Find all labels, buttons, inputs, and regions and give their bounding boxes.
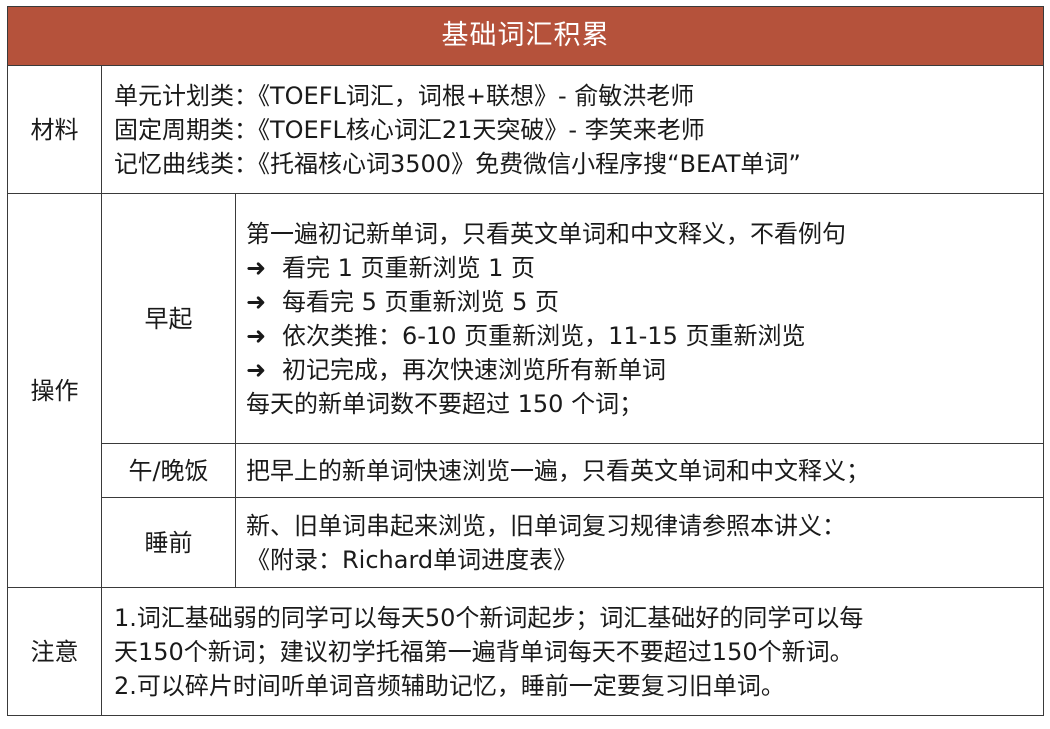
material-line-memory-curve: 记忆曲线类：《托福核心词3500》免费微信小程序搜“BEAT单词” xyxy=(114,149,801,178)
vocabulary-table: 基础词汇积累 材料 单元计划类：《TOEFL词汇，词根+联想》- 俞敏洪老师 固… xyxy=(6,6,1045,716)
material-line-fixed-period: 固定周期类：《TOEFL核心词汇21天突破》- 李笑来老师 xyxy=(114,115,705,144)
morning-content: 第一遍初记新单词，只看英文单词和中文释义，不看例句 ➜ 看完 1 页重新浏览 1 … xyxy=(234,193,1045,444)
morning-label: 早起 xyxy=(101,193,236,444)
materials-content: 单元计划类：《TOEFL词汇，词根+联想》- 俞敏洪老师 固定周期类：《TOEF… xyxy=(100,65,1045,194)
materials-row: 材料 单元计划类：《TOEFL词汇，词根+联想》- 俞敏洪老师 固定周期类：《T… xyxy=(7,65,1045,194)
bedtime-row: 睡前 新、旧单词串起来浏览，旧单词复习规律请参照本讲义： 《附录：Richard… xyxy=(8,497,1045,588)
materials-label: 材料 xyxy=(7,65,102,194)
morning-step: ➜ 看完 1 页重新浏览 1 页 xyxy=(246,251,1033,285)
lunch-content: 把早上的新单词快速浏览一遍，只看英文单词和中文释义； xyxy=(234,443,1045,498)
morning-step: ➜ 依次类推：6-10 页重新浏览，11-15 页重新浏览 xyxy=(246,319,1033,353)
morning-limit: 每天的新单词数不要超过 150 个词； xyxy=(246,389,644,418)
vocabulary-table-container: 基础词汇积累 材料 单元计划类：《TOEFL词汇，词根+联想》- 俞敏洪老师 固… xyxy=(6,6,1045,716)
bedtime-label: 睡前 xyxy=(101,497,236,588)
lunch-text: 把早上的新单词快速浏览一遍，只看英文单词和中文释义； xyxy=(246,456,870,485)
table-title: 基础词汇积累 xyxy=(6,6,1045,66)
morning-step-text: 看完 1 页重新浏览 1 页 xyxy=(282,253,536,282)
note-line: 2.可以碎片时间听单词音频辅助记忆，睡前一定要复习旧单词。 xyxy=(114,671,785,700)
morning-intro: 第一遍初记新单词，只看英文单词和中文释义，不看例句 xyxy=(246,219,846,248)
lunch-label: 午/晚饭 xyxy=(101,443,236,498)
arrow-right-icon: ➜ xyxy=(246,287,267,316)
material-line-unit-plan: 单元计划类：《TOEFL词汇，词根+联想》- 俞敏洪老师 xyxy=(114,81,695,110)
morning-step-text: 初记完成，再次快速浏览所有新单词 xyxy=(282,355,666,384)
note-line: 天150个新词；建议初学托福第一遍背单词每天不要超过150个新词。 xyxy=(114,637,854,666)
arrow-right-icon: ➜ xyxy=(246,355,267,384)
notes-content: 1.词汇基础弱的同学可以每天50个新词起步；词汇基础好的同学可以每 天150个新… xyxy=(100,587,1045,716)
arrow-right-icon: ➜ xyxy=(246,321,267,350)
notes-label: 注意 xyxy=(7,587,102,716)
bedtime-content: 新、旧单词串起来浏览，旧单词复习规律请参照本讲义： 《附录：Richard单词进… xyxy=(234,497,1045,588)
morning-row: 操作 早起 第一遍初记新单词，只看英文单词和中文释义，不看例句 ➜ 看完 1 页重… xyxy=(7,193,1045,588)
bedtime-line: 新、旧单词串起来浏览，旧单词复习规律请参照本讲义： xyxy=(246,511,846,540)
note-line: 1.词汇基础弱的同学可以每天50个新词起步；词汇基础好的同学可以每 xyxy=(114,603,864,632)
morning-step-text: 依次类推：6-10 页重新浏览，11-15 页重新浏览 xyxy=(282,321,806,350)
morning-step-text: 每看完 5 页重新浏览 5 页 xyxy=(282,287,560,316)
arrow-right-icon: ➜ xyxy=(246,253,267,282)
morning-step: ➜ 每看完 5 页重新浏览 5 页 xyxy=(246,285,1033,319)
bedtime-appendix-reference: 《附录：Richard单词进度表》 xyxy=(246,545,578,574)
title-row: 基础词汇积累 xyxy=(6,6,1045,66)
operations-label: 操作 xyxy=(7,193,102,588)
notes-row: 注意 1.词汇基础弱的同学可以每天50个新词起步；词汇基础好的同学可以每 天15… xyxy=(7,587,1045,716)
morning-step: ➜ 初记完成，再次快速浏览所有新单词 xyxy=(246,353,1033,387)
lunch-row: 午/晚饭 把早上的新单词快速浏览一遍，只看英文单词和中文释义； xyxy=(8,443,1045,498)
